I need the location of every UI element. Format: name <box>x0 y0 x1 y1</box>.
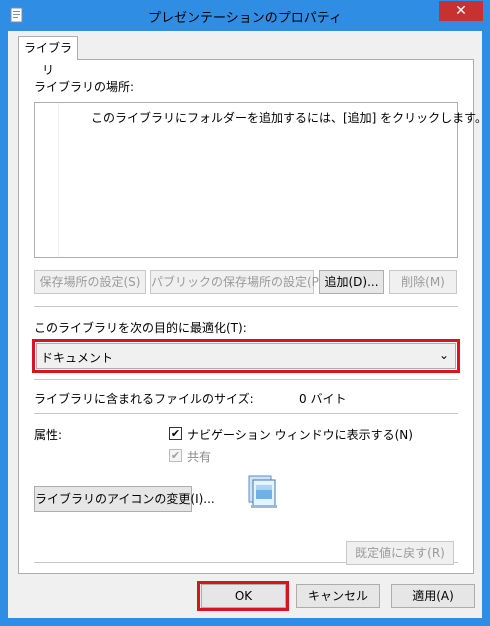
change-library-icon-button[interactable]: ライブラリのアイコンの変更(I)... <box>34 486 215 512</box>
divider <box>34 379 458 380</box>
divider <box>34 306 458 307</box>
window-frame: プレゼンテーションのプロパティ ✕ ライブラリ ライブラリの場所: このライブラ… <box>0 0 490 626</box>
set-save-location-button[interactable]: 保存場所の設定(S) <box>34 270 146 294</box>
apply-button[interactable]: 適用(A) <box>391 584 475 608</box>
show-in-navigation-checkbox[interactable]: ✔ <box>169 427 182 440</box>
ok-button[interactable]: OK <box>201 584 286 608</box>
empty-list-message: このライブラリにフォルダーを追加するには、[追加] をクリックします。 <box>91 111 487 125</box>
shared-label: 共有 <box>187 450 212 464</box>
attributes-label: 属性: <box>34 428 63 442</box>
close-button[interactable]: ✕ <box>439 1 483 21</box>
chevron-down-icon: ⌄ <box>438 348 449 362</box>
optimize-label: このライブラリを次の目的に最適化(T): <box>34 321 247 335</box>
show-in-navigation-label[interactable]: ナビゲーション ウィンドウに表示する(N) <box>187 426 413 443</box>
window-title: プレゼンテーションのプロパティ <box>148 11 342 26</box>
restore-defaults-button[interactable]: 既定値に戻す(R) <box>346 541 454 565</box>
library-size-label: ライブラリに含まれるファイルのサイズ: <box>34 392 254 406</box>
dialog-client: ライブラリ ライブラリの場所: このライブラリにフォルダーを追加するには、[追加… <box>8 31 487 618</box>
library-tab-panel: ライブラリの場所: このライブラリにフォルダーを追加するには、[追加] をクリッ… <box>18 59 487 574</box>
title-bar[interactable]: プレゼンテーションのプロパティ ✕ <box>0 0 490 31</box>
library-locations-list[interactable]: このライブラリにフォルダーを追加するには、[追加] をクリックします。 <box>34 102 487 258</box>
optimize-selected-value: ドキュメント <box>41 351 114 365</box>
add-folder-button[interactable]: 追加(D)... <box>319 270 384 294</box>
library-size-value: 0 バイト <box>299 392 347 406</box>
set-public-save-location-button[interactable]: パブリックの保存場所の設定(P) <box>150 270 324 294</box>
list-column-divider <box>58 103 59 257</box>
remove-folder-button[interactable]: 削除(M) <box>389 270 457 294</box>
shared-checkbox[interactable]: ✔ <box>169 449 182 462</box>
divider <box>34 413 458 414</box>
optimize-for-select[interactable]: ドキュメント ⌄ <box>36 343 456 369</box>
library-icon <box>248 475 277 508</box>
tab-library[interactable]: ライブラリ <box>18 36 78 77</box>
cancel-button[interactable]: キャンセル <box>296 584 380 608</box>
